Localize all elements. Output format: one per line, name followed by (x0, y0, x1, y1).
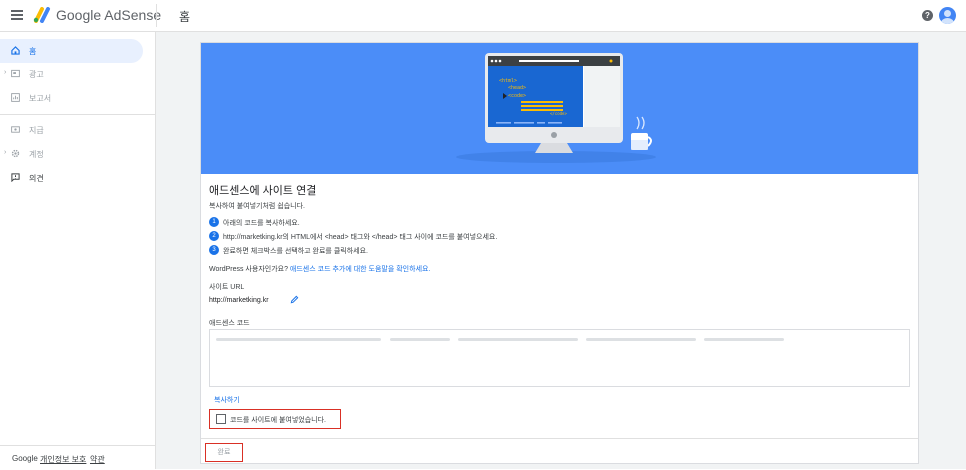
site-connect-card: <html> <head> <code> </code> 애드센스에 사이트 연… (200, 42, 919, 464)
card-subtitle: 복사하여 붙여넣기처럼 쉽습니다. (209, 203, 305, 210)
sidebar-item-label: 보고서 (29, 94, 52, 103)
confirm-checkbox-row[interactable]: 코드를 사이트에 붙여넣었습니다. (209, 409, 341, 429)
avatar[interactable] (939, 7, 956, 24)
wordpress-help: WordPress 사용자인가요? 애드센스 코드 추가에 대한 도움말을 확인… (209, 264, 430, 274)
sidebar: 홈 › 광고 보고서 지급 › 계정 의견 Google 개인정보 보호 약관 (0, 32, 156, 469)
sidebar-item-label: 계정 (29, 150, 44, 159)
site-url-value: http://marketking.kr (209, 297, 269, 304)
brand-google: Google (56, 7, 102, 23)
edit-icon[interactable] (290, 295, 299, 304)
adsense-logo-icon[interactable] (33, 7, 51, 23)
confirm-checkbox[interactable] (216, 414, 226, 424)
help-icon[interactable]: ? (922, 10, 933, 21)
copy-button[interactable]: 복사하기 (214, 395, 240, 405)
hero-banner: <html> <head> <code> </code> (201, 43, 918, 174)
payments-icon (11, 126, 20, 133)
confirm-checkbox-label: 코드를 사이트에 붙여넣었습니다. (230, 417, 326, 424)
site-url-label: 사이트 URL (209, 284, 245, 291)
report-icon (11, 93, 20, 102)
settings-icon (11, 149, 20, 158)
code-line: <code> (508, 93, 526, 99)
sidebar-item-label: 지급 (29, 126, 44, 135)
step-number: 1 (209, 217, 219, 227)
sidebar-item-ads[interactable]: › 광고 (0, 62, 143, 86)
wordpress-help-link[interactable]: 애드센스 코드 추가에 대한 도움말을 확인하세요. (290, 266, 430, 273)
sidebar-item-account[interactable]: › 계정 (0, 142, 143, 166)
chevron-right-icon[interactable]: › (4, 149, 6, 156)
monitor-illustration: <html> <head> <code> </code> (456, 53, 656, 163)
sidebar-item-feedback[interactable]: 의견 (0, 166, 143, 190)
step-number: 2 (209, 231, 219, 241)
feedback-icon (11, 173, 20, 182)
wordpress-prefix: WordPress 사용자인가요? (209, 266, 290, 273)
page-title: 홈 (179, 10, 191, 24)
card-title: 애드센스에 사이트 연결 (209, 185, 317, 197)
card-footer-divider (201, 438, 918, 439)
sidebar-item-payments[interactable]: 지급 (0, 118, 143, 142)
brand-name[interactable]: Google AdSense (56, 7, 161, 23)
step-number: 3 (209, 245, 219, 255)
privacy-link[interactable]: 개인정보 보호 (40, 454, 86, 465)
brand-product: AdSense (104, 7, 162, 23)
sidebar-item-label: 광고 (29, 70, 44, 79)
code-line: <html> (499, 78, 517, 84)
done-button[interactable]: 완료 (205, 443, 243, 462)
terms-link[interactable]: 약관 (90, 454, 105, 465)
step-text: http://marketking.kr의 HTML에서 <head> 태그와 … (223, 234, 498, 241)
sidebar-footer: Google 개인정보 보호 약관 (0, 445, 155, 470)
step-text: 완료하면 체크박스를 선택하고 완료를 클릭하세요. (223, 248, 368, 255)
sidebar-item-home[interactable]: 홈 (0, 39, 143, 63)
sidebar-item-label: 홈 (29, 47, 37, 56)
footer-google: Google (12, 454, 38, 463)
adsense-code-box[interactable] (209, 329, 910, 387)
code-line: <head> (508, 85, 526, 91)
sidebar-divider (0, 114, 155, 115)
adsense-code-label: 애드센스 코드 (209, 320, 250, 327)
home-icon (11, 46, 20, 55)
chevron-right-icon[interactable]: › (4, 69, 6, 76)
sidebar-item-label: 의견 (29, 174, 44, 183)
menu-icon[interactable] (11, 10, 23, 20)
header-divider (156, 4, 157, 27)
ads-icon (11, 69, 20, 78)
sidebar-item-reports[interactable]: 보고서 (0, 86, 143, 110)
top-bar: Google AdSense 홈 ? (0, 0, 966, 32)
code-line: </code> (550, 111, 567, 116)
step-text: 아래의 코드를 복사하세요. (223, 220, 300, 227)
